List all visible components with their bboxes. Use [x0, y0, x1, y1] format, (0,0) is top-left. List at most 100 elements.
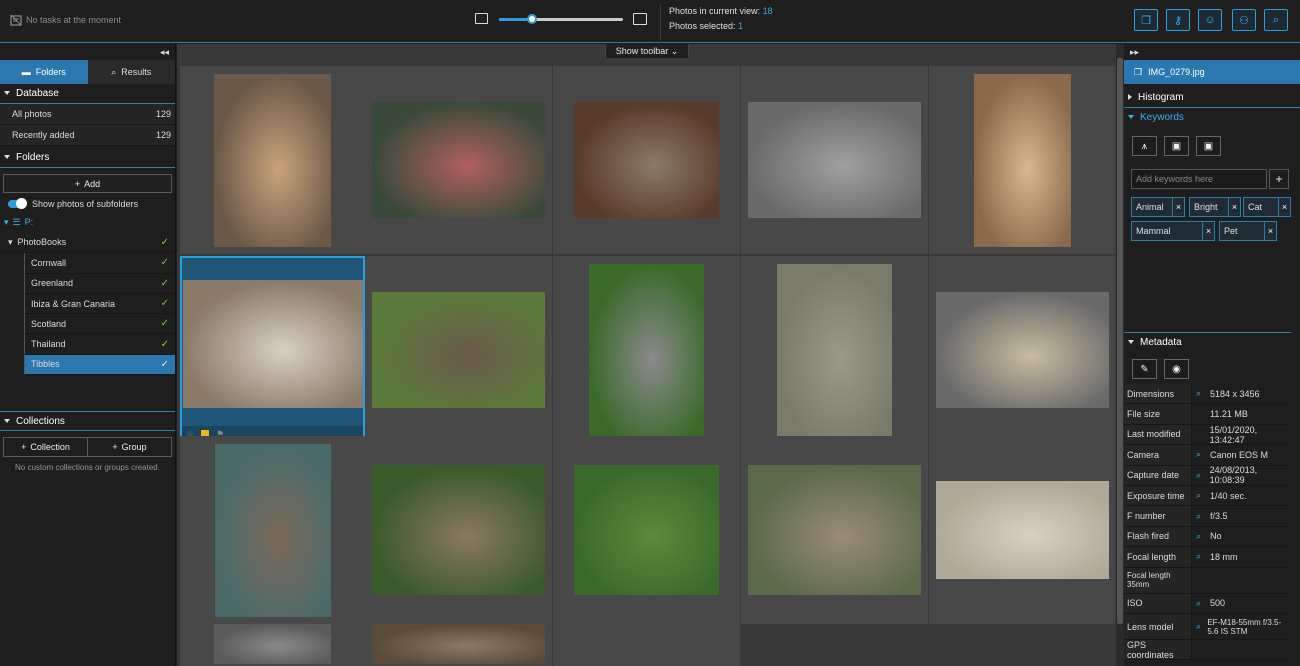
keyword-chip[interactable]: Cat ×: [1243, 197, 1291, 217]
check-icon: ✓: [160, 237, 169, 249]
remove-keyword-icon[interactable]: ×: [1278, 198, 1290, 216]
folders-header[interactable]: Folders: [0, 148, 175, 168]
photo-thumbnail[interactable]: [929, 256, 1115, 444]
photo-thumbnail[interactable]: [553, 622, 740, 666]
photo-thumbnail[interactable]: [929, 436, 1115, 624]
slider-handle[interactable]: [527, 14, 538, 24]
photo-thumbnail[interactable]: [180, 436, 365, 624]
folder-root[interactable]: ▾ PhotoBooks ✓: [0, 233, 175, 254]
folder-item[interactable]: Tibbles ✓: [24, 354, 175, 376]
search-icon[interactable]: ⌕: [1196, 490, 1206, 501]
photo-thumbnail[interactable]: ☆ ⚑: [180, 256, 365, 444]
collections-header[interactable]: Collections: [0, 411, 175, 432]
grid-scrollbar[interactable]: [1116, 44, 1124, 666]
add-collection-button[interactable]: + Collection: [4, 438, 87, 456]
metadata-key: Exposure time: [1124, 486, 1191, 506]
photo-thumbnail[interactable]: [365, 256, 552, 444]
tab-folders[interactable]: ▬ Folders: [0, 60, 88, 84]
remove-keyword-icon[interactable]: ×: [1202, 222, 1214, 240]
search-icon[interactable]: ⌕: [1196, 511, 1206, 522]
database-header[interactable]: Database: [0, 84, 175, 104]
search-icon[interactable]: ⌕: [1196, 449, 1206, 460]
remove-keyword-icon[interactable]: ×: [1228, 198, 1240, 216]
histogram-header[interactable]: Histogram: [1124, 88, 1300, 108]
photo-grid: Show toolbar ⌄ ☆ ⚑: [177, 44, 1116, 666]
photo-thumbnail[interactable]: [365, 622, 552, 666]
search-icon[interactable]: ⌕: [1196, 470, 1206, 481]
photo-thumbnail[interactable]: [741, 66, 928, 254]
search-icon[interactable]: ⌕: [1196, 598, 1206, 609]
photo-thumbnail[interactable]: [553, 436, 740, 624]
photo-thumbnail[interactable]: [741, 256, 928, 444]
add-keyword-button[interactable]: +: [1269, 169, 1289, 189]
metadata-row: Lens model ⌕ EF-M18-55mm f/3.5-5.6 IS STM: [1124, 614, 1291, 640]
metadata-key: GPS coordinates: [1124, 640, 1191, 660]
show-toolbar-button[interactable]: Show toolbar ⌄: [605, 44, 689, 58]
photo-image: [935, 481, 1109, 579]
keyword-chip[interactable]: Animal ×: [1131, 197, 1185, 217]
edit-icon[interactable]: ✎: [1132, 359, 1157, 379]
toggle-switch[interactable]: [8, 198, 27, 209]
remove-keyword-icon[interactable]: ×: [1172, 198, 1184, 216]
folder-item[interactable]: Scotland ✓: [24, 314, 175, 335]
scrollbar-thumb[interactable]: [1117, 58, 1123, 624]
search-icon[interactable]: ⌕: [1196, 551, 1206, 562]
file-icon: ❐: [1134, 66, 1143, 77]
zoom-out-icon[interactable]: [475, 13, 488, 24]
photo-thumbnail[interactable]: [553, 256, 740, 444]
folder-item[interactable]: Thailand ✓: [24, 334, 175, 355]
photo-image: [748, 465, 921, 595]
photo-image: [574, 102, 719, 218]
keyword-chip[interactable]: Pet ×: [1219, 221, 1277, 241]
left-panel: ◂◂ ▬ Folders ⌕ Results Database All photos…: [0, 44, 176, 666]
keyword-chip[interactable]: Mammal ×: [1131, 221, 1215, 241]
search-icon[interactable]: ⌕: [1196, 531, 1206, 542]
photo-thumbnail[interactable]: [365, 66, 552, 254]
merge-icon[interactable]: ⩚: [1132, 136, 1157, 156]
keyword-input[interactable]: Add keywords here: [1131, 169, 1267, 189]
people-icon: ⚇: [1239, 14, 1249, 27]
folder-item[interactable]: Greenland ✓: [24, 273, 175, 294]
db-row-recently-added[interactable]: Recently added 129: [0, 125, 175, 146]
face-button[interactable]: ☺: [1198, 9, 1222, 31]
thumbnail-size-slider[interactable]: [499, 14, 623, 24]
keyword-chip[interactable]: Bright ×: [1189, 197, 1241, 217]
photo-image: [589, 263, 704, 437]
face-icon: ☺: [1204, 14, 1216, 26]
selected-file[interactable]: ❐ IMG_0279.jpg: [1124, 60, 1300, 84]
folder-item[interactable]: Cornwall ✓: [24, 253, 175, 274]
remove-keyword-icon[interactable]: ×: [1264, 222, 1276, 240]
add-group-button[interactable]: + Group: [87, 438, 171, 457]
photo-image: [777, 263, 892, 437]
search-icon[interactable]: ⌕: [1196, 388, 1206, 399]
export-icon[interactable]: ▣: [1196, 136, 1221, 156]
photo-thumbnail[interactable]: [365, 436, 552, 624]
keyword-label: Pet: [1224, 226, 1238, 236]
photo-thumbnail[interactable]: [741, 436, 928, 624]
metadata-header[interactable]: Metadata: [1124, 332, 1291, 352]
keyword-tools: ⩚ ▣ ▣: [1124, 128, 1300, 156]
collapse-right-icon[interactable]: ▸▸: [1124, 44, 1300, 60]
collapse-left-icon[interactable]: ◂◂: [0, 44, 175, 60]
task-icon: [10, 14, 22, 26]
people-button[interactable]: ⚇: [1232, 9, 1256, 31]
key-button[interactable]: ⚷: [1166, 9, 1190, 31]
subfolders-toggle[interactable]: Show photos of subfolders: [0, 197, 175, 211]
search-button[interactable]: ⌕: [1264, 9, 1288, 31]
zoom-in-icon[interactable]: [633, 13, 647, 25]
drive-row[interactable]: ▾ ☰ P:: [0, 211, 175, 233]
add-folder-button[interactable]: + Add: [3, 174, 172, 193]
search-icon[interactable]: ⌕: [1196, 621, 1203, 632]
photo-thumbnail[interactable]: [180, 66, 365, 254]
copy-button[interactable]: ❐: [1134, 9, 1158, 31]
collection-buttons: + Collection + Group: [3, 437, 172, 458]
db-row-all-photos[interactable]: All photos 129: [0, 104, 175, 125]
import-icon[interactable]: ▣: [1164, 136, 1189, 156]
photo-thumbnail[interactable]: [553, 66, 740, 254]
tab-results[interactable]: ⌕ Results: [87, 60, 175, 84]
folder-item[interactable]: Ibiza & Gran Canaria ✓: [24, 293, 175, 315]
hide-icon[interactable]: ◉: [1164, 359, 1189, 379]
keywords-header[interactable]: Keywords: [1124, 108, 1300, 128]
photo-thumbnail[interactable]: [180, 622, 365, 666]
photo-thumbnail[interactable]: [929, 66, 1115, 254]
